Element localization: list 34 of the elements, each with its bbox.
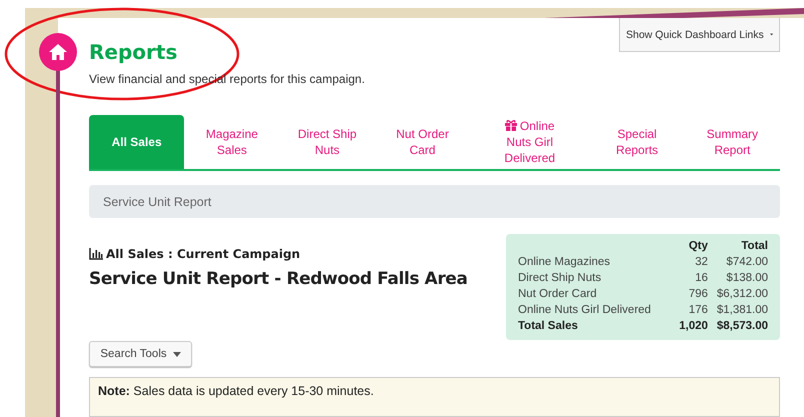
total-cell-text: $8,573.00 xyxy=(716,319,768,334)
row-label: Direct Ship Nuts xyxy=(518,271,602,286)
row-label: Nut Order Card xyxy=(518,287,598,302)
report-tab[interactable]: All Sales xyxy=(89,115,184,169)
search-tools-button[interactable]: Search Tools xyxy=(89,341,192,367)
qty-cell-text: 176 xyxy=(688,303,708,318)
note-text: Note: Sales data is updated every 15-30 minutes. xyxy=(89,377,780,417)
report-tab[interactable]: Direct Ship Nuts xyxy=(280,115,375,169)
report-tab[interactable]: Special Reports xyxy=(589,115,685,169)
row-label: Online Nuts Girl Delivered xyxy=(518,303,652,318)
qty-cell-text: 16 xyxy=(694,271,708,286)
gift-icon xyxy=(504,120,517,131)
qty-cell-text: 796 xyxy=(688,287,708,302)
caret-icon xyxy=(172,352,181,356)
quick-links-button[interactable]: Show Quick Dashboard Links xyxy=(619,18,780,52)
row-label: Online Magazines xyxy=(518,255,612,270)
report-tab[interactable]: Magazine Sales xyxy=(184,115,280,169)
total-cell-text: $6,312.00 xyxy=(716,287,768,302)
total-cell-text: $742.00 xyxy=(725,255,768,270)
report-tab[interactable]: Nut Order Card xyxy=(374,115,470,169)
report-tab[interactable]: Summary Report xyxy=(684,115,780,169)
column-header: Qty xyxy=(688,239,708,254)
report-title: Service Unit Report - Redwood Falls Area xyxy=(89,269,468,289)
qty-cell-text: 32 xyxy=(694,255,708,270)
page-title: Reports xyxy=(89,40,178,64)
qty-cell-text: 1,020 xyxy=(678,319,708,334)
report-tab[interactable]: Online Nuts Girl Delivered xyxy=(470,115,590,169)
bar-chart-icon xyxy=(89,248,103,260)
column-header: Total xyxy=(740,239,768,254)
section-bar: Service Unit Report xyxy=(89,185,780,218)
total-cell-text: $1,381.00 xyxy=(716,303,768,318)
total-cell-text: $138.00 xyxy=(725,271,768,286)
report-subtitle: All Sales : Current Campaign xyxy=(106,247,300,261)
row-label: Total Sales xyxy=(518,319,579,334)
